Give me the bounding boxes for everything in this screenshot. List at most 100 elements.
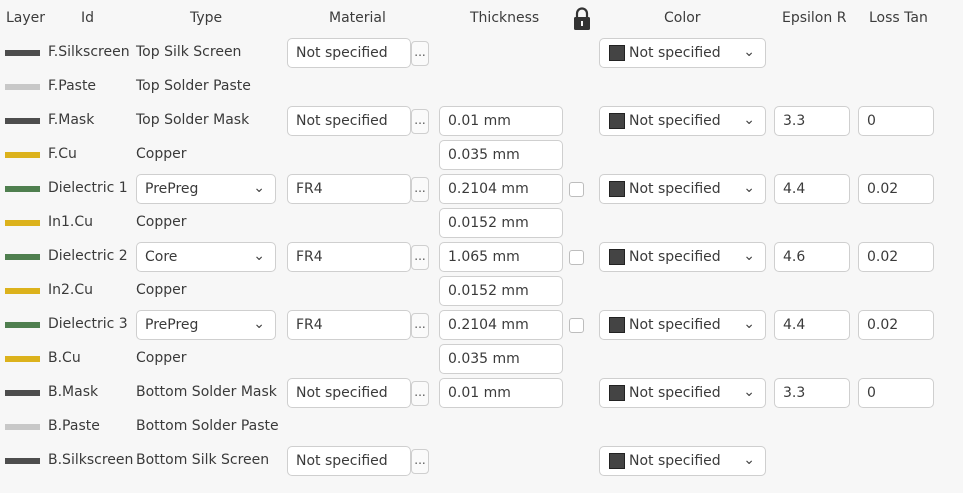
thickness-field[interactable]: 0.01 mm	[439, 106, 563, 136]
thickness-lock-checkbox[interactable]	[569, 318, 584, 333]
chevron-down-icon: ⌄	[743, 180, 755, 196]
thickness-field[interactable]: 0.035 mm	[439, 344, 563, 374]
layer-type: Bottom Solder Paste	[136, 418, 279, 434]
material-field[interactable]: FR4	[287, 310, 411, 340]
layer-type: Copper	[136, 214, 187, 230]
color-dropdown[interactable]: Not specified ⌄	[599, 174, 766, 204]
color-label: Not specified	[629, 249, 721, 265]
thickness-lock-checkbox[interactable]	[569, 250, 584, 265]
color-label: Not specified	[629, 385, 721, 401]
layer-id: In1.Cu	[48, 214, 94, 230]
header-epsilon-r: Epsilon R	[782, 10, 847, 26]
layer-color-swatch	[5, 84, 40, 90]
header-thickness: Thickness	[470, 10, 540, 26]
color-label: Not specified	[629, 181, 721, 197]
material-field[interactable]: Not specified	[287, 106, 411, 136]
thickness-field[interactable]: 0.2104 mm	[439, 310, 563, 340]
epsilon-r-field[interactable]: 3.3	[774, 106, 850, 136]
color-swatch	[609, 249, 625, 265]
header-type: Type	[190, 10, 223, 26]
color-swatch	[609, 385, 625, 401]
thickness-lock-checkbox[interactable]	[569, 182, 584, 197]
epsilon-r-field[interactable]: 4.4	[774, 310, 850, 340]
material-field[interactable]: Not specified	[287, 378, 411, 408]
type-dropdown[interactable]: Core ⌄	[136, 242, 276, 272]
color-label: Not specified	[629, 453, 721, 469]
header-layer: Layer	[6, 10, 46, 26]
material-browse-button[interactable]: ...	[411, 177, 429, 202]
header-material: Material	[329, 10, 386, 26]
layer-row-dielectric-3: Dielectric 3 PrePreg ⌄ FR4 ... 0.2104 mm…	[0, 308, 963, 342]
material-browse-button[interactable]: ...	[411, 381, 429, 406]
layer-type: Bottom Solder Mask	[136, 384, 277, 400]
material-browse-button[interactable]: ...	[411, 109, 429, 134]
thickness-field[interactable]: 1.065 mm	[439, 242, 563, 272]
chevron-down-icon: ⌄	[253, 248, 265, 264]
color-dropdown[interactable]: Not specified ⌄	[599, 378, 766, 408]
color-dropdown[interactable]: Not specified ⌄	[599, 106, 766, 136]
layer-row-dielectric-1: Dielectric 1 PrePreg ⌄ FR4 ... 0.2104 mm…	[0, 172, 963, 206]
layer-color-swatch	[5, 322, 40, 328]
loss-tan-field[interactable]: 0.02	[858, 242, 934, 272]
layer-color-swatch	[5, 288, 40, 294]
layer-row-f-cu: F.Cu Copper 0.035 mm	[0, 138, 963, 172]
color-dropdown[interactable]: Not specified ⌄	[599, 446, 766, 476]
layer-type: Top Silk Screen	[136, 44, 242, 60]
color-swatch	[609, 453, 625, 469]
layer-id: F.Cu	[48, 146, 77, 162]
loss-tan-field[interactable]: 0	[858, 378, 934, 408]
layer-id: B.Silkscreen	[48, 452, 134, 468]
color-label: Not specified	[629, 113, 721, 129]
layer-color-swatch	[5, 220, 40, 226]
color-swatch	[609, 317, 625, 333]
type-label: PrePreg	[145, 181, 199, 197]
material-browse-button[interactable]: ...	[411, 313, 429, 338]
material-field[interactable]: FR4	[287, 174, 411, 204]
chevron-down-icon: ⌄	[743, 384, 755, 400]
color-dropdown[interactable]: Not specified ⌄	[599, 38, 766, 68]
loss-tan-field[interactable]: 0.02	[858, 310, 934, 340]
color-dropdown[interactable]: Not specified ⌄	[599, 242, 766, 272]
chevron-down-icon: ⌄	[253, 316, 265, 332]
material-field[interactable]: Not specified	[287, 38, 411, 68]
epsilon-r-field[interactable]: 4.4	[774, 174, 850, 204]
layer-color-swatch	[5, 152, 40, 158]
type-dropdown[interactable]: PrePreg ⌄	[136, 310, 276, 340]
material-field[interactable]: Not specified	[287, 446, 411, 476]
layer-color-swatch	[5, 186, 40, 192]
layer-id: In2.Cu	[48, 282, 94, 298]
layer-color-swatch	[5, 390, 40, 396]
color-swatch	[609, 113, 625, 129]
color-swatch	[609, 45, 625, 61]
epsilon-r-field[interactable]: 3.3	[774, 378, 850, 408]
type-dropdown[interactable]: PrePreg ⌄	[136, 174, 276, 204]
layer-id: B.Mask	[48, 384, 99, 400]
layer-row-in2-cu: In2.Cu Copper 0.0152 mm	[0, 274, 963, 308]
material-browse-button[interactable]: ...	[411, 245, 429, 270]
thickness-field[interactable]: 0.2104 mm	[439, 174, 563, 204]
loss-tan-field[interactable]: 0.02	[858, 174, 934, 204]
thickness-field[interactable]: 0.0152 mm	[439, 276, 563, 306]
chevron-down-icon: ⌄	[743, 452, 755, 468]
lock-icon[interactable]	[572, 7, 592, 31]
chevron-down-icon: ⌄	[743, 112, 755, 128]
chevron-down-icon: ⌄	[743, 44, 755, 60]
chevron-down-icon: ⌄	[743, 316, 755, 332]
material-browse-button[interactable]: ...	[411, 41, 429, 66]
loss-tan-field[interactable]: 0	[858, 106, 934, 136]
layer-row-f-silkscreen: F.Silkscreen Top Silk Screen Not specifi…	[0, 36, 963, 70]
layer-id: Dielectric 3	[48, 316, 128, 332]
thickness-field[interactable]: 0.01 mm	[439, 378, 563, 408]
thickness-field[interactable]: 0.035 mm	[439, 140, 563, 170]
layer-id: B.Paste	[48, 418, 100, 434]
material-browse-button[interactable]: ...	[411, 449, 429, 474]
thickness-field[interactable]: 0.0152 mm	[439, 208, 563, 238]
layer-row-in1-cu: In1.Cu Copper 0.0152 mm	[0, 206, 963, 240]
layer-id: B.Cu	[48, 350, 81, 366]
header-id: Id	[81, 10, 95, 26]
color-dropdown[interactable]: Not specified ⌄	[599, 310, 766, 340]
layer-row-b-cu: B.Cu Copper 0.035 mm	[0, 342, 963, 376]
epsilon-r-field[interactable]: 4.6	[774, 242, 850, 272]
layer-id: Dielectric 2	[48, 248, 128, 264]
material-field[interactable]: FR4	[287, 242, 411, 272]
